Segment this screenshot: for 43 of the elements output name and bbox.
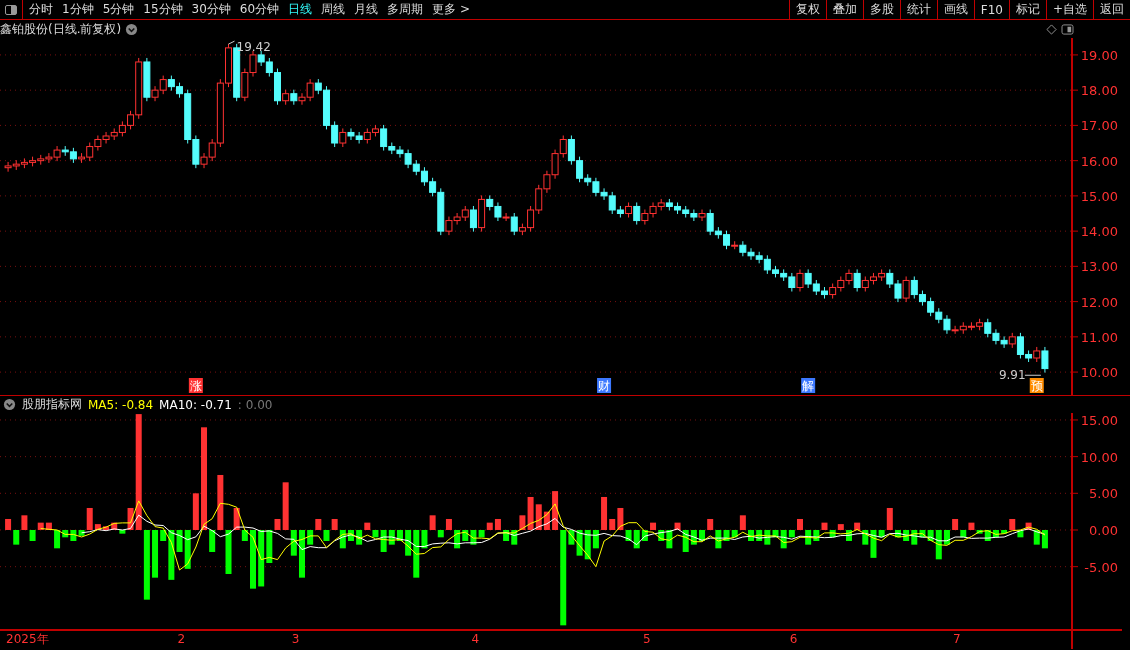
period-tab[interactable]: 多周期 [387,1,424,18]
period-tab[interactable]: 1分钟 [62,1,94,18]
axis-label: 18.00 [1080,83,1118,99]
period-tab[interactable]: 更多 > [432,1,470,18]
axis-label: 12.00 [1080,294,1118,310]
event-marker[interactable]: 涨 [188,378,203,393]
ma10-value: MA10: -0.71 [159,397,232,412]
date-label: 3 [291,632,300,646]
axis-label: -5.00 [1084,559,1118,575]
axis-label: 10.00 [1080,365,1118,381]
period-tab[interactable]: 周线 [321,1,346,18]
event-marker[interactable]: 财 [597,378,612,393]
event-marker[interactable]: 解 [801,378,816,393]
period-tab[interactable]: 5分钟 [102,1,135,18]
period-tab[interactable]: 月线 [354,1,379,18]
date-label: 2025年 [6,632,49,646]
period-tab[interactable]: 日线 [288,1,313,18]
axis-label: 5.00 [1089,486,1118,502]
date-label: 2 [177,632,186,646]
period-tab[interactable]: 15分钟 [143,1,183,18]
indicator-title: 股朋指标网 [22,396,82,413]
period-tab[interactable]: 分时 [29,1,53,18]
axis-label: 16.00 [1080,153,1118,169]
axis-label: 14.00 [1080,224,1118,240]
low-price-label: 9.91 [998,368,1026,383]
date-label: 4 [471,632,480,646]
date-label: 7 [953,632,961,646]
date-label: 6 [789,632,798,646]
axis-label: 11.00 [1080,329,1118,345]
axis-label: 0.00 [1089,523,1118,538]
date-label: 5 [642,632,651,646]
ma5-value: MA5: -0.84 [88,397,154,412]
indicator-value: : 0.00 [237,397,273,412]
axis-label: 15.00 [1080,413,1118,428]
axis-label: 19.00 [1080,47,1118,63]
period-tab[interactable]: 60分钟 [239,1,280,18]
stock-title: 鑫铂股份(日线.前复权) [0,20,122,38]
axis-label: 17.00 [1080,118,1118,134]
axis-label: 10.00 [1080,449,1118,465]
period-tab[interactable]: 30分钟 [191,1,231,18]
high-price-label: 19.42 [236,40,271,55]
axis-label: 13.00 [1080,259,1118,275]
axis-label: 15.00 [1080,188,1118,204]
